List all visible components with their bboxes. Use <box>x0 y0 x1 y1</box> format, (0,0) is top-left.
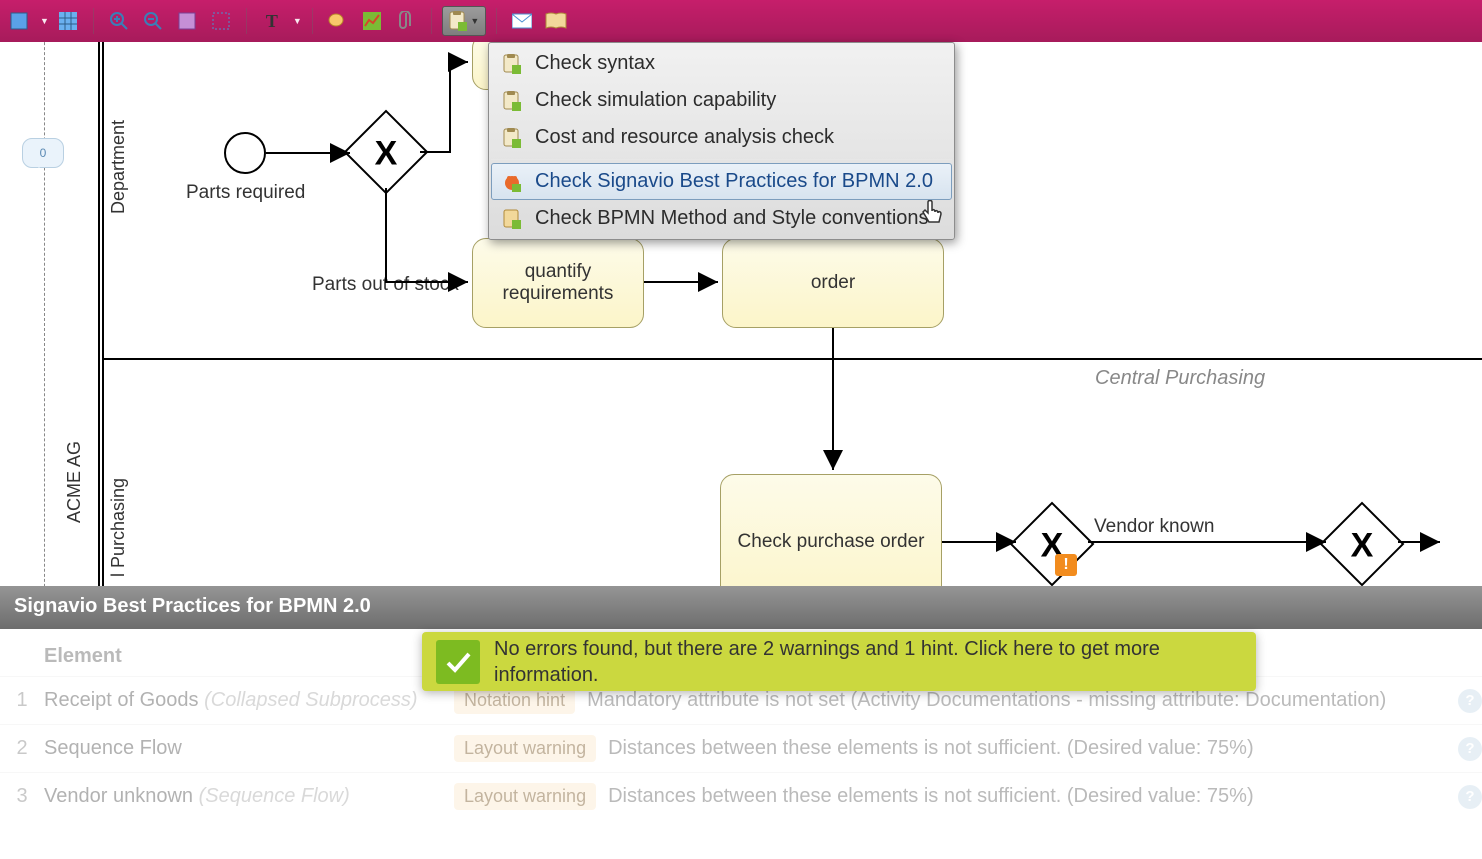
row-element: Vendor unknown (Sequence Flow) <box>44 785 454 808</box>
row-number: 2 <box>0 737 44 760</box>
help-icon[interactable]: ? <box>1458 689 1482 713</box>
help-icon[interactable]: ? <box>1458 737 1482 761</box>
start-event[interactable] <box>224 132 266 174</box>
row-message: Mandatory attribute is not set (Activity… <box>587 689 1448 712</box>
result-row[interactable]: 3 Vendor unknown (Sequence Flow) Layout … <box>0 772 1482 820</box>
tag-layout-warning: Layout warning <box>454 735 596 762</box>
tag-layout-warning: Layout warning <box>454 783 596 810</box>
start-event-label: Parts required <box>186 182 305 204</box>
cursor-pointer-icon <box>920 200 944 232</box>
separator <box>431 8 432 34</box>
gateway-x-icon: X <box>375 135 398 174</box>
chevron-down-icon: ▼ <box>470 16 479 26</box>
menu-check-simulation[interactable]: Check simulation capability <box>491 82 952 119</box>
tool-grid[interactable] <box>53 6 83 36</box>
row-element: Sequence Flow <box>44 737 454 760</box>
zoom-out-icon[interactable] <box>138 6 168 36</box>
chevron-down-icon: ▼ <box>293 16 302 26</box>
checklist-menu: Check syntax Check simulation capability… <box>488 42 955 240</box>
lane2-label: l Purchasing <box>108 462 129 586</box>
gateway-x-icon: X <box>1351 527 1374 566</box>
task-order[interactable]: order <box>722 238 944 328</box>
clipboard-icon <box>501 127 523 149</box>
book-icon[interactable] <box>541 6 571 36</box>
row-element: Receipt of Goods (Collapsed Subprocess) <box>44 689 454 712</box>
zoom-fit-icon[interactable] <box>172 6 202 36</box>
menu-check-syntax[interactable]: Check syntax <box>491 45 952 82</box>
row-number: 3 <box>0 785 44 808</box>
panel-header: Signavio Best Practices for BPMN 2.0 <box>0 586 1482 629</box>
result-row[interactable]: 2 Sequence Flow Layout warning Distances… <box>0 724 1482 772</box>
checklist-dropdown[interactable]: ▼ <box>442 6 486 36</box>
menu-signavio-best-practices[interactable]: Check Signavio Best Practices for BPMN 2… <box>491 163 952 200</box>
check-icon <box>436 640 480 684</box>
task-quantify-requirements[interactable]: quantify requirements <box>472 238 644 328</box>
separator <box>93 8 94 34</box>
menu-bpmn-method-style[interactable]: Check BPMN Method and Style conventions <box>491 200 952 237</box>
bug-icon <box>501 171 523 193</box>
row-number: 1 <box>0 689 44 712</box>
menu-cost-resource[interactable]: Cost and resource analysis check <box>491 119 952 156</box>
warning-badge[interactable]: ! <box>1055 554 1077 576</box>
help-icon[interactable]: ? <box>1458 785 1482 809</box>
clipboard-icon <box>501 53 523 75</box>
lane-divider <box>102 358 1482 360</box>
notification-toast[interactable]: No errors found, but there are 2 warning… <box>422 632 1256 691</box>
lane1-label: Department <box>108 102 129 232</box>
tool-align[interactable] <box>4 6 34 36</box>
row-message: Distances between these elements is not … <box>608 785 1448 808</box>
zoom-region-icon[interactable] <box>206 6 236 36</box>
book-icon <box>501 208 523 230</box>
pool-label: ACME AG <box>64 422 85 542</box>
pool-sep <box>98 42 100 586</box>
attachment-icon[interactable] <box>391 6 421 36</box>
menu-divider <box>491 159 952 160</box>
pool-border <box>44 42 64 586</box>
separator <box>496 8 497 34</box>
zoom-in-icon[interactable] <box>104 6 134 36</box>
edge-label-out-of-stock: Parts out of stock <box>312 274 459 296</box>
tag-notation-hint: Notation hint <box>454 687 575 714</box>
text-tool-icon[interactable]: T <box>257 6 287 36</box>
chart-icon[interactable] <box>357 6 387 36</box>
chevron-down-icon: ▼ <box>40 16 49 26</box>
separator <box>312 8 313 34</box>
clipboard-icon <box>501 90 523 112</box>
task-check-purchase-order[interactable]: Check purchase order <box>720 474 942 586</box>
toolbar: ▼ T ▼ ▼ <box>0 0 1482 42</box>
row-message: Distances between these elements is not … <box>608 737 1448 760</box>
notification-text: No errors found, but there are 2 warning… <box>494 636 1242 688</box>
edge-label-vendor-known: Vendor known <box>1094 516 1214 538</box>
lane-header-sep <box>102 42 104 586</box>
comments-bubble[interactable]: 0 <box>22 138 64 168</box>
mail-icon[interactable] <box>507 6 537 36</box>
separator <box>246 8 247 34</box>
lane2-title: Central Purchasing <box>1095 367 1265 390</box>
comment-icon[interactable] <box>323 6 353 36</box>
